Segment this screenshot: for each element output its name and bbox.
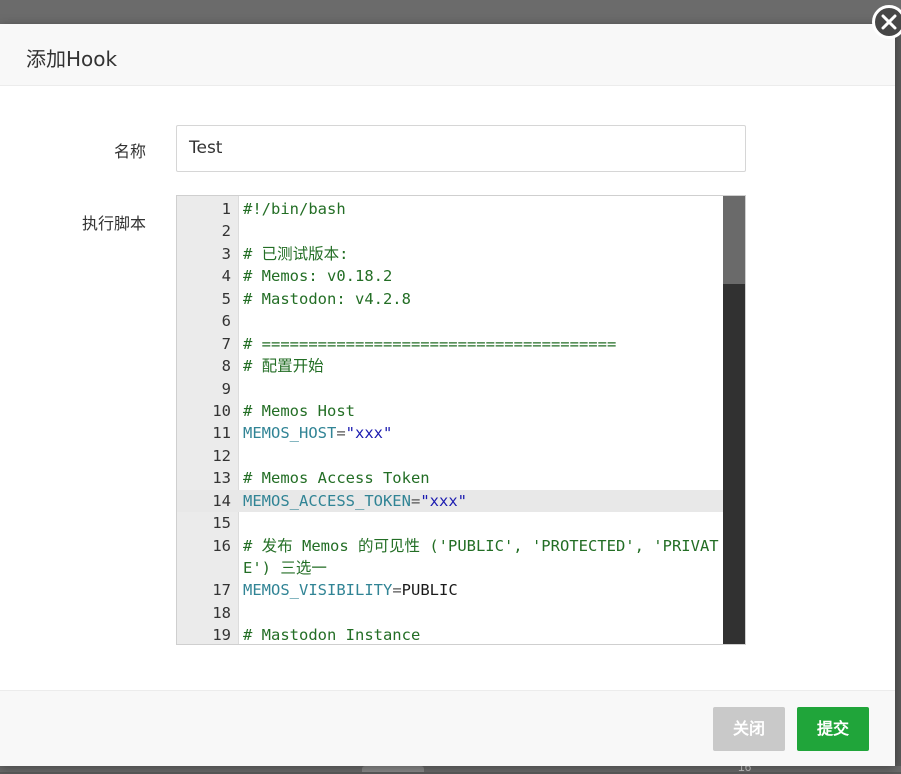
code-line[interactable]: 5 # Mastodon: v4.2.8	[177, 288, 723, 310]
code-line[interactable]: 8 # 配置开始	[177, 355, 723, 377]
line-number: 12	[212, 446, 231, 465]
dialog-footer: 关闭 提交	[0, 690, 895, 766]
code-line[interactable]: 4 # Memos: v0.18.2	[177, 265, 723, 287]
line-number: 2	[221, 222, 231, 241]
code-line[interactable]: 12	[177, 445, 723, 467]
submit-button[interactable]: 提交	[797, 707, 869, 751]
code-text: MEMOS_ACCESS_TOKEN="xxx"	[243, 490, 719, 512]
code-line[interactable]: 19 # Mastodon Instance	[177, 624, 723, 645]
code-line[interactable]: 11 MEMOS_HOST="xxx"	[177, 422, 723, 444]
background-overlay-bottom	[0, 766, 901, 772]
code-token: # 配置开始	[243, 357, 324, 376]
background-button-partial	[362, 766, 424, 772]
code-token: MEMOS_HOST	[243, 424, 337, 443]
code-line[interactable]: 17 MEMOS_VISIBILITY=PUBLIC	[177, 579, 723, 601]
code-line[interactable]: 16 # 发布 Memos 的可见性 ('PUBLIC', 'PROTECTED'…	[177, 535, 723, 580]
code-text: # Memos: v0.18.2	[243, 265, 719, 287]
line-number: 7	[221, 334, 231, 353]
line-number: 19	[212, 626, 231, 645]
code-token: # Memos Access Token	[243, 469, 430, 488]
add-hook-dialog: 添加Hook 名称 Test 执行脚本 1 #!/bin/bash 2 3 # 已测试版…	[0, 24, 895, 766]
code-line[interactable]: 14 MEMOS_ACCESS_TOKEN="xxx"	[177, 489, 723, 513]
name-input[interactable]: Test	[176, 125, 746, 172]
code-token: PUBLIC	[401, 581, 458, 600]
line-number: 1	[221, 200, 231, 218]
code-text: # Mastodon: v4.2.8	[243, 288, 719, 310]
code-line[interactable]: 7 # =====================================…	[177, 333, 723, 355]
line-number: 17	[212, 581, 231, 600]
code-token: # 已测试版本:	[243, 244, 349, 263]
code-line[interactable]: 18	[177, 602, 723, 624]
code-token: MEMOS_VISIBILITY	[243, 581, 393, 600]
line-number: 9	[221, 379, 231, 398]
code-token: MEMOS_ACCESS_TOKEN	[243, 491, 411, 510]
code-text: # 发布 Memos 的可见性 ('PUBLIC', 'PROTECTED', …	[243, 535, 719, 580]
line-number: 14	[212, 491, 231, 510]
code-token: # Mastodon: v4.2.8	[243, 289, 411, 308]
script-editor[interactable]: 1 #!/bin/bash 2 3 # 已测试版本: 4 # Memos: v0.18.2 5…	[176, 195, 746, 645]
line-number: 8	[221, 357, 231, 376]
background-overlay-top	[0, 0, 901, 24]
line-number: 15	[212, 514, 231, 533]
dialog-title: 添加Hook	[26, 47, 118, 71]
code-token: # 发布 Memos 的可见性 ('PUBLIC', 'PROTECTED', …	[243, 536, 719, 578]
line-number: 18	[212, 603, 231, 622]
code-token: # ======================================	[243, 334, 617, 353]
code-text: # Mastodon Instance	[243, 624, 719, 645]
code-token: =	[336, 424, 346, 443]
dialog-header: 添加Hook	[0, 24, 895, 86]
code-token: "xxx"	[420, 491, 467, 510]
code-text: # Memos Host	[243, 400, 719, 422]
code-token: "xxx"	[345, 424, 393, 443]
editor-lines[interactable]: 1 #!/bin/bash 2 3 # 已测试版本: 4 # Memos: v0.18.2 5…	[177, 198, 723, 645]
close-button[interactable]: 关闭	[713, 707, 785, 751]
code-line[interactable]: 15	[177, 512, 723, 534]
code-line[interactable]: 6	[177, 310, 723, 332]
code-text: # ======================================	[243, 333, 719, 355]
code-token: =	[392, 581, 402, 600]
code-line[interactable]: 10 # Memos Host	[177, 400, 723, 422]
line-number: 11	[212, 424, 231, 443]
code-text: #!/bin/bash	[243, 198, 719, 220]
editor-scroll-thumb[interactable]	[723, 196, 745, 284]
code-text: # 已测试版本:	[243, 243, 719, 265]
code-text: # 配置开始	[243, 355, 719, 377]
code-text: # Memos Access Token	[243, 467, 719, 489]
code-token: #!/bin/bash	[243, 200, 346, 218]
line-number: 4	[221, 267, 231, 286]
line-number: 13	[212, 469, 231, 488]
code-line[interactable]: 9	[177, 378, 723, 400]
code-line[interactable]: 13 # Memos Access Token	[177, 467, 723, 489]
code-token: =	[410, 491, 421, 510]
line-number: 5	[221, 289, 231, 308]
code-token: # Memos Host	[243, 401, 355, 420]
close-icon[interactable]	[872, 5, 901, 39]
code-line[interactable]: 2	[177, 220, 723, 242]
line-number: 6	[221, 312, 231, 331]
line-number: 3	[221, 244, 231, 263]
code-line[interactable]: 1 #!/bin/bash	[177, 198, 723, 220]
script-label: 执行脚本	[81, 214, 146, 233]
line-number: 16	[212, 536, 231, 555]
code-token: # Mastodon Instance	[243, 626, 421, 645]
name-label: 名称	[113, 142, 146, 161]
code-line[interactable]: 3 # 已测试版本:	[177, 243, 723, 265]
code-text: MEMOS_HOST="xxx"	[243, 422, 719, 444]
editor-scrollbar[interactable]	[723, 196, 745, 644]
code-text: MEMOS_VISIBILITY=PUBLIC	[243, 579, 719, 601]
code-token: # Memos: v0.18.2	[243, 267, 393, 286]
line-number: 10	[212, 401, 231, 420]
